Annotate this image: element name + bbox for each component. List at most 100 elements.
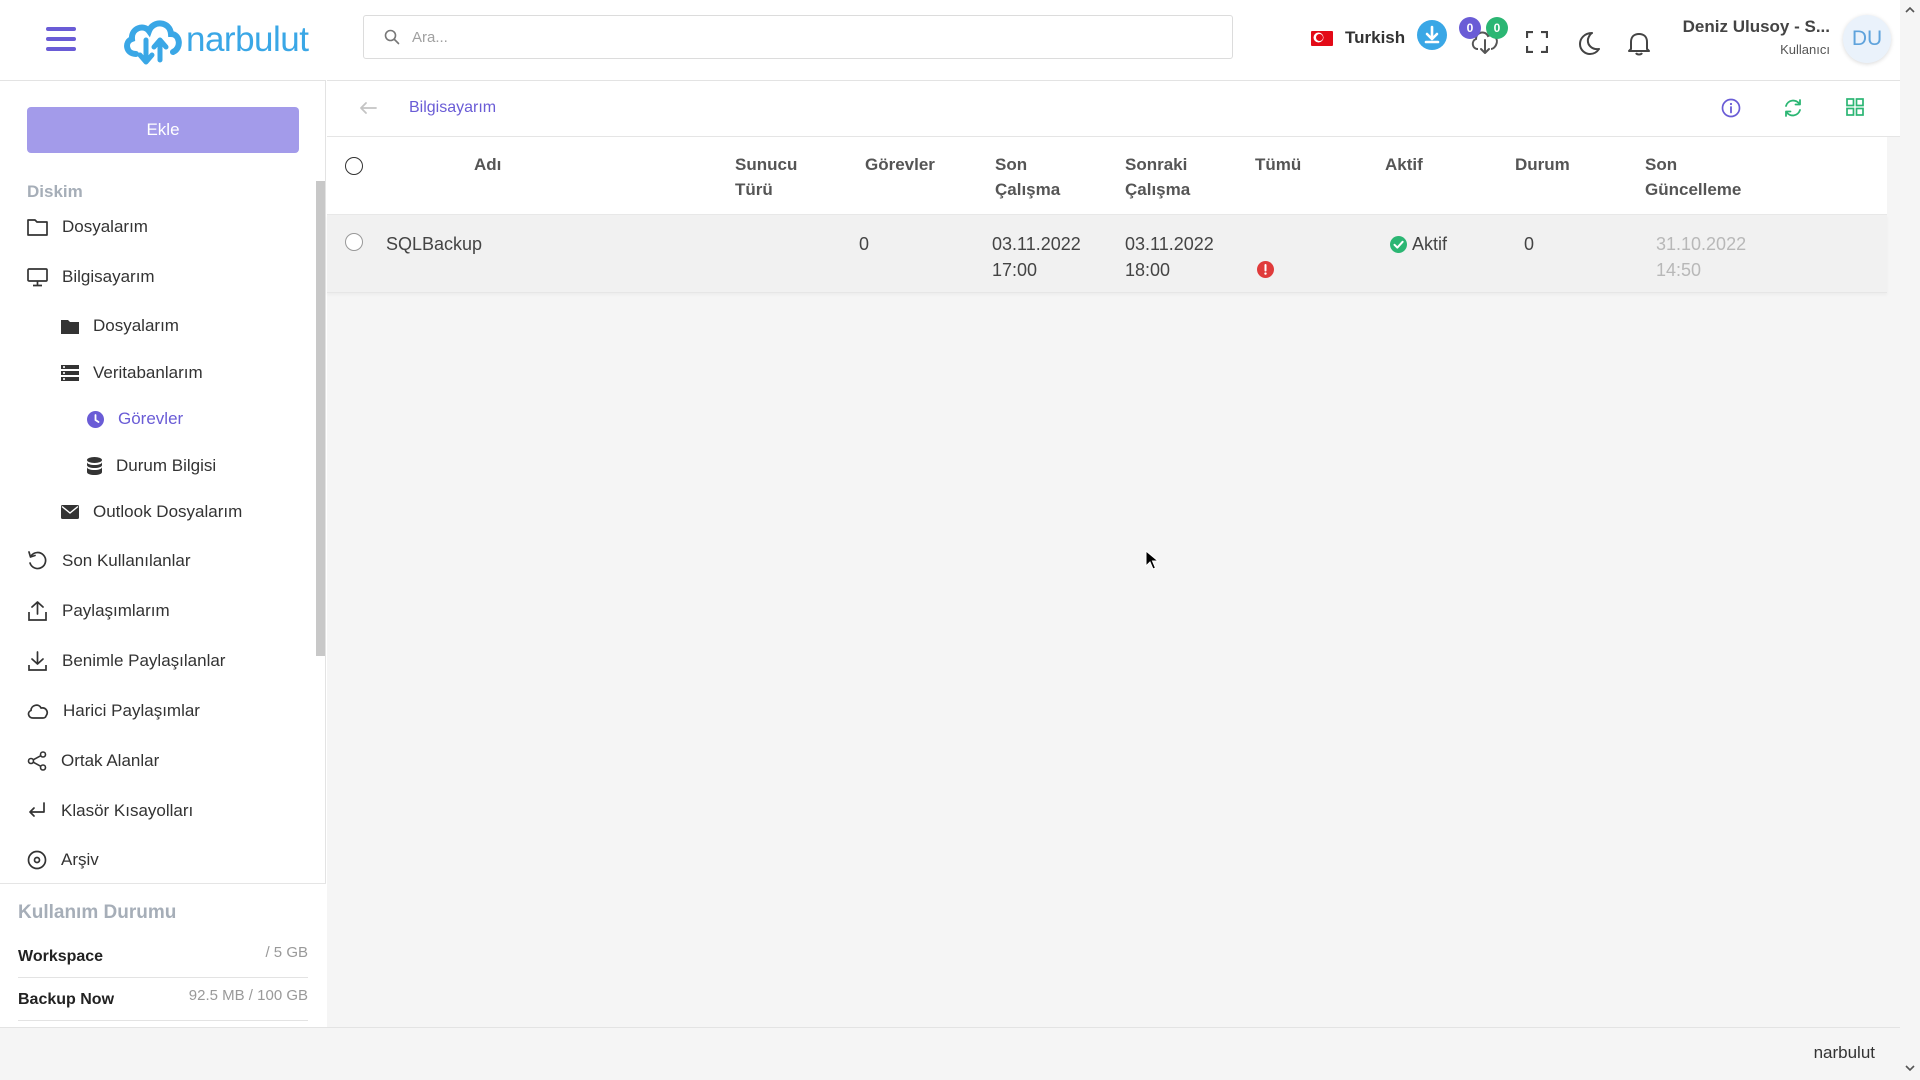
sidebar-item-ortak-alanlar[interactable]: Ortak Alanlar xyxy=(27,751,159,771)
scroll-up-arrow-icon[interactable] xyxy=(1904,4,1916,16)
column-header[interactable]: Son Güncelleme xyxy=(1645,152,1741,202)
database-icon xyxy=(87,457,102,475)
column-header[interactable]: Sunucu Türü xyxy=(735,152,797,202)
language-label: Turkish xyxy=(1345,28,1406,47)
sidebar-item-label: Ortak Alanlar xyxy=(61,751,160,770)
download-icon xyxy=(28,651,47,671)
add-button[interactable]: Ekle xyxy=(27,107,299,153)
history-icon xyxy=(28,551,47,570)
cell-next-run: 03.11.2022 18:00 xyxy=(1125,234,1214,280)
cell-last-run: 03.11.2022 17:00 xyxy=(992,234,1081,280)
refresh-icon[interactable] xyxy=(1783,98,1803,118)
column-header[interactable]: Durum xyxy=(1515,152,1570,177)
user-info[interactable]: Deniz Ulusoy - S... Kullanıcı xyxy=(1640,17,1830,57)
info-icon[interactable] xyxy=(1721,98,1741,118)
usage-row-workspace: Workspace / 5 GB xyxy=(18,944,308,966)
sidebar-item-label: Dosyalarım xyxy=(93,316,179,335)
usage-title: Kullanım Durumu xyxy=(18,902,177,923)
sidebar-item-arsiv[interactable]: Arşiv xyxy=(27,850,99,870)
active-label: Aktif xyxy=(1412,234,1448,254)
sidebar-item-gorevler[interactable]: Görevler xyxy=(87,409,183,429)
usage-name: Workspace xyxy=(18,948,104,965)
user-role: Kullanıcı xyxy=(1780,42,1830,57)
toolbar: Bilgisayarım xyxy=(327,81,1900,137)
sidebar-scrollbar[interactable] xyxy=(316,181,325,656)
usage-divider xyxy=(18,977,308,978)
sidebar-item-paylasimlarim[interactable]: Paylaşımlarım xyxy=(27,601,170,621)
download-count-badge: 0 xyxy=(1459,17,1481,39)
column-header[interactable]: Görevler xyxy=(865,152,935,177)
usage-row-backup-now: Backup Now 92.5 MB / 100 GB xyxy=(18,987,308,1009)
usage-panel: Kullanım Durumu Workspace / 5 GB Backup … xyxy=(0,883,326,1028)
sidebar-item-label: Outlook Dosyalarım xyxy=(93,502,243,521)
usage-value: / 5 GB xyxy=(265,944,308,961)
sidebar-item-veritabanlarim[interactable]: Veritabanlarım xyxy=(61,363,203,383)
table-row[interactable]: SQLBackup 0 03.11.2022 17:00 03.11.2022 … xyxy=(327,215,1887,293)
sidebar-item-label: Klasör Kısayolları xyxy=(61,801,194,820)
sidebar-item-durum-bilgisi[interactable]: Durum Bilgisi xyxy=(87,456,216,476)
sidebar-item-label: Durum Bilgisi xyxy=(116,456,217,475)
avatar[interactable]: DU xyxy=(1843,15,1891,63)
sidebar-item-label: Arşiv xyxy=(61,850,99,869)
column-header[interactable]: Tümü xyxy=(1255,152,1301,177)
sidebar-item-benimle-paylasilanlar[interactable]: Benimle Paylaşılanlar xyxy=(27,651,225,671)
column-header[interactable]: Son Çalışma xyxy=(995,152,1060,202)
search-input[interactable] xyxy=(412,28,1212,46)
select-all-radio[interactable] xyxy=(345,157,363,175)
logo[interactable]: narbulut xyxy=(122,12,309,68)
sync-count-badge: 0 xyxy=(1486,17,1508,39)
archive-disc-icon xyxy=(27,850,47,870)
cell-name[interactable]: SQLBackup xyxy=(386,231,482,257)
sidebar-item-son-kullanilanlar[interactable]: Son Kullanılanlar xyxy=(27,551,191,571)
grid-view-icon[interactable] xyxy=(1846,98,1864,116)
sidebar-item-label: Dosyalarım xyxy=(62,217,148,236)
footer-brand: narbulut xyxy=(1813,1043,1875,1062)
fullscreen-icon[interactable] xyxy=(1525,30,1549,58)
cell-status: 0 xyxy=(1524,234,1535,254)
usage-value: 92.5 MB / 100 GB xyxy=(188,987,308,1004)
back-arrow-icon[interactable] xyxy=(359,101,377,115)
column-header[interactable]: Adı xyxy=(474,152,501,177)
cell-last-update: 31.10.2022 14:50 xyxy=(1656,234,1747,280)
column-header[interactable]: Aktif xyxy=(1385,152,1423,177)
column-header[interactable]: Sonraki Çalışma xyxy=(1125,152,1190,202)
top-header: narbulut Turkish 0 0 Deniz Ulusoy - S...… xyxy=(0,0,1900,80)
sidebar: Ekle Diskim Dosyalarım Bilgisayarım Dosy… xyxy=(0,80,326,1028)
window-scrollbar[interactable] xyxy=(1900,0,1920,1080)
cell-active: Aktif xyxy=(1390,231,1447,257)
sidebar-item-harici-paylasimlar[interactable]: Harici Paylaşımlar xyxy=(27,701,200,721)
folder-filled-icon xyxy=(61,319,79,334)
usage-divider xyxy=(18,1020,308,1021)
cloud-logo-icon xyxy=(124,20,182,65)
usage-name: Backup Now xyxy=(18,991,115,1008)
sidebar-item-label: Benimle Paylaşılanlar xyxy=(62,651,226,670)
sidebar-item-bilgisayarim[interactable]: Bilgisayarım xyxy=(27,267,155,287)
download-app-icon[interactable] xyxy=(1416,19,1448,56)
language-selector[interactable]: Turkish xyxy=(1311,28,1405,48)
sidebar-item-label: Bilgisayarım xyxy=(62,267,155,286)
logo-text: narbulut xyxy=(186,20,309,59)
sidebar-item-outlook-dosyalarim[interactable]: Outlook Dosyalarım xyxy=(61,502,242,522)
breadcrumb[interactable]: Bilgisayarım xyxy=(409,99,496,117)
section-title-diskim: Diskim xyxy=(27,182,83,201)
folder-icon xyxy=(27,219,48,236)
row-select-radio[interactable] xyxy=(345,233,363,251)
dark-mode-moon-icon[interactable] xyxy=(1578,31,1600,60)
search-box[interactable] xyxy=(363,15,1233,59)
cell-all-status xyxy=(1257,233,1274,285)
scroll-down-arrow-icon[interactable] xyxy=(1904,1062,1916,1074)
cell-tasks: 0 xyxy=(859,234,870,254)
sidebar-item-bilgisayarim-dosyalarim[interactable]: Dosyalarım xyxy=(61,316,179,336)
sidebar-item-label: Görevler xyxy=(118,409,184,428)
check-circle-icon xyxy=(1390,235,1407,253)
monitor-icon xyxy=(27,267,48,286)
turkey-flag-icon xyxy=(1311,30,1333,46)
server-icon xyxy=(61,365,79,381)
sidebar-item-dosyalarim[interactable]: Dosyalarım xyxy=(27,217,148,237)
sidebar-item-label: Son Kullanılanlar xyxy=(62,551,191,570)
hamburger-menu-icon[interactable] xyxy=(46,27,76,51)
footer: narbulut xyxy=(0,1027,1900,1080)
sidebar-item-label: Paylaşımlarım xyxy=(62,601,170,620)
clock-icon xyxy=(87,410,104,428)
sidebar-item-klasor-kisayollari[interactable]: Klasör Kısayolları xyxy=(27,801,193,821)
